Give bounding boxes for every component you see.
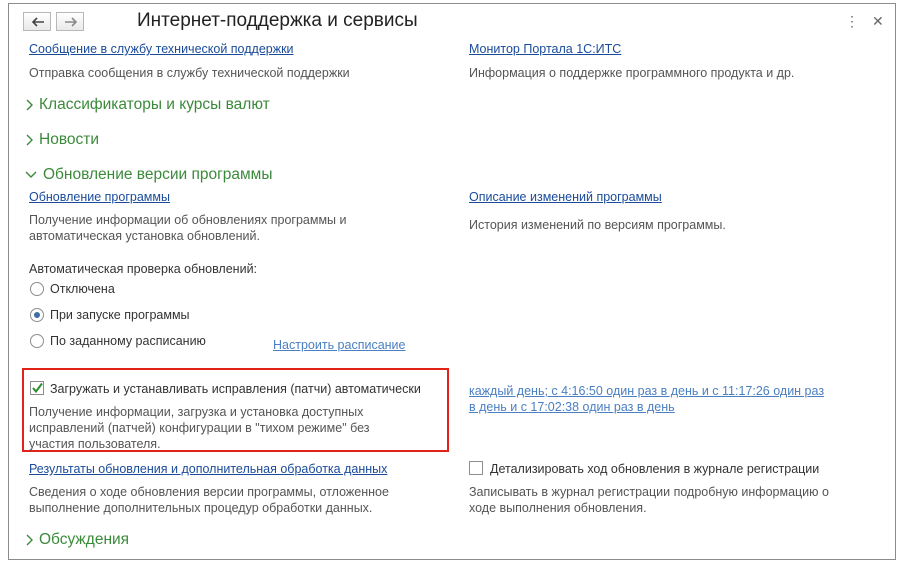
section-classifiers-label: Классификаторы и курсы валют xyxy=(39,96,270,113)
section-discussions[interactable]: Обсуждения xyxy=(25,531,129,549)
changes-description-link[interactable]: Описание изменений программы xyxy=(469,190,662,204)
arrow-left-icon xyxy=(31,17,44,27)
support-window: Интернет-поддержка и сервисы ⋮ ✕ Сообщен… xyxy=(8,3,896,560)
radio-on-schedule-label: По заданному расписанию xyxy=(50,334,206,348)
close-icon[interactable]: ✕ xyxy=(872,13,884,30)
program-update-desc: Получение информации об обновлениях прог… xyxy=(29,213,347,243)
detail-log-checkbox[interactable] xyxy=(469,461,483,475)
support-message-link[interactable]: Сообщение в службу технической поддержки xyxy=(29,42,294,56)
program-update-link[interactable]: Обновление программы xyxy=(29,190,170,204)
changes-description-desc: История изменений по версиям программы. xyxy=(469,218,726,232)
section-update[interactable]: Обновление версии программы xyxy=(25,166,272,184)
chevron-down-icon xyxy=(25,171,37,179)
section-news[interactable]: Новости xyxy=(25,131,99,149)
checkmark-icon xyxy=(32,382,43,394)
chevron-right-icon xyxy=(26,99,33,111)
radio-on-startup-label: При запуске программы xyxy=(50,308,190,322)
radio-on-startup[interactable] xyxy=(30,308,44,322)
radio-disabled[interactable] xyxy=(30,282,44,296)
window-title: Интернет-поддержка и сервисы xyxy=(137,10,418,31)
section-news-label: Новости xyxy=(39,131,100,148)
radio-disabled-label: Отключена xyxy=(50,282,115,296)
patches-checkbox-label: Загружать и устанавливать исправления (п… xyxy=(50,382,421,396)
patches-desc: Получение информации, загрузка и установ… xyxy=(29,405,370,451)
arrow-right-icon xyxy=(65,17,78,27)
support-message-desc: Отправка сообщения в службу технической … xyxy=(29,66,350,80)
radio-selected-dot xyxy=(34,312,40,318)
patches-checkbox[interactable] xyxy=(30,381,44,395)
chevron-right-icon xyxy=(26,534,33,546)
detail-log-checkbox-label: Детализировать ход обновления в журнале … xyxy=(490,462,820,476)
more-vertical-icon[interactable]: ⋮ xyxy=(845,13,859,30)
its-monitor-desc: Информация о поддержке программного прод… xyxy=(469,66,795,80)
section-classifiers[interactable]: Классификаторы и курсы валют xyxy=(25,96,270,114)
section-discussions-label: Обсуждения xyxy=(39,531,130,548)
forward-button[interactable] xyxy=(56,12,84,31)
update-results-link[interactable]: Результаты обновления и дополнительная о… xyxy=(29,462,387,476)
auto-check-label: Автоматическая проверка обновлений: xyxy=(29,262,258,276)
configure-schedule-link[interactable]: Настроить расписание xyxy=(273,338,406,352)
detail-log-desc: Записывать в журнал регистрации подробну… xyxy=(469,485,829,515)
its-monitor-link[interactable]: Монитор Портала 1С:ИТС xyxy=(469,42,621,56)
patches-schedule-link[interactable]: каждый день; с 4:16:50 один раз в день и… xyxy=(469,383,829,415)
radio-on-schedule[interactable] xyxy=(30,334,44,348)
chevron-right-icon xyxy=(26,134,33,146)
back-button[interactable] xyxy=(23,12,51,31)
section-update-label: Обновление версии программы xyxy=(43,166,273,183)
update-results-desc: Сведения о ходе обновления версии програ… xyxy=(29,485,389,515)
